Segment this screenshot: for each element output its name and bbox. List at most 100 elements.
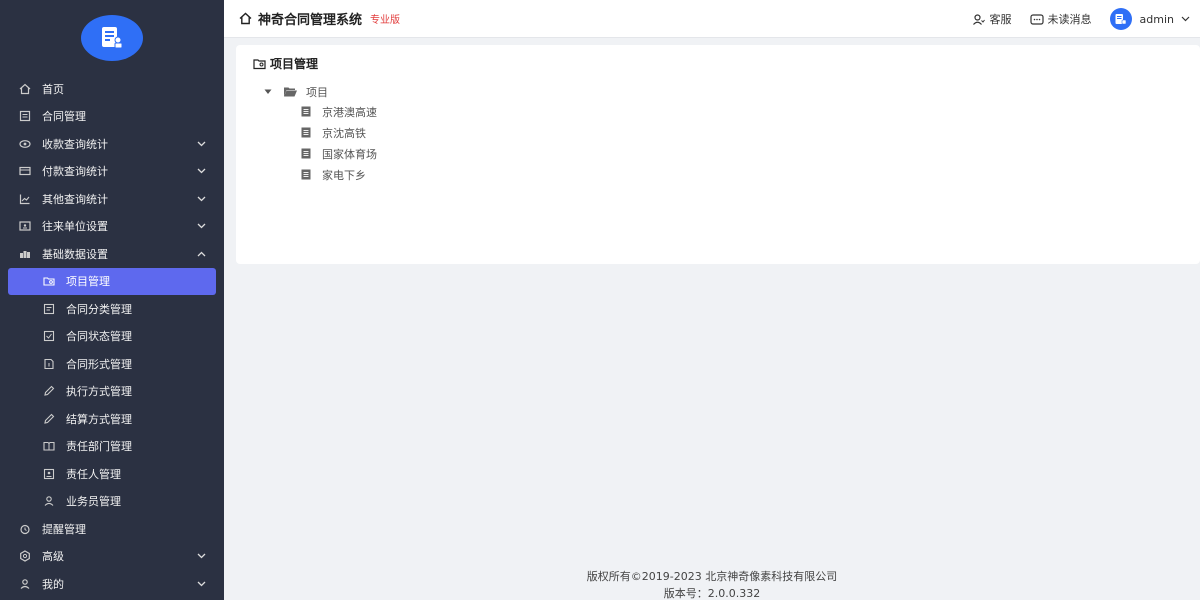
sidebar-item-label: 提醒管理 <box>42 522 86 536</box>
sidebar-item-base-data[interactable]: 基础数据设置 <box>0 240 224 268</box>
logo <box>81 15 143 61</box>
sidebar-item-label: 结算方式管理 <box>66 412 132 426</box>
sidebar-item-label: 付款查询统计 <box>42 165 108 179</box>
logo-area <box>0 0 224 76</box>
chevron-down-icon <box>196 579 206 589</box>
sidebar-item-reminders[interactable]: 提醒管理 <box>0 515 224 543</box>
footer-version: 版本号：2.0.0.332 <box>663 587 761 600</box>
page-title-text: 项目管理 <box>270 57 319 71</box>
contract-logo-icon <box>1115 13 1127 24</box>
customer-service-link[interactable]: 客服 <box>972 11 1012 27</box>
chevron-up-icon <box>196 249 206 259</box>
app-title: 神奇合同管理系统 <box>258 13 363 28</box>
eye-icon <box>18 137 32 151</box>
tree-node[interactable]: 京沈高铁 <box>300 122 377 143</box>
chevron-down-icon <box>196 221 206 231</box>
tree-node-label: 家电下乡 <box>322 168 366 182</box>
chevron-down-icon <box>196 194 206 204</box>
user-menu[interactable]: admin <box>1109 8 1190 30</box>
card-icon <box>18 164 32 178</box>
project-tree: 项目 京港澳高速 京沈高铁 国家体育场 家电下乡 <box>262 83 377 185</box>
user-icon <box>18 577 32 591</box>
book-icon <box>42 439 56 453</box>
project-management-card: 项目管理 项目 京港澳高速 京沈高铁 国家体育场 家电下乡 <box>236 45 1200 264</box>
sidebar-item-label: 收款查询统计 <box>42 137 108 151</box>
sidebar-item-payment-stats[interactable]: 付款查询统计 <box>0 158 224 186</box>
tree-node[interactable]: 国家体育场 <box>300 143 377 164</box>
chevron-down-icon <box>1180 14 1190 24</box>
sidebar-menu: 首页 合同管理 收款查询统计 付款查询统计 其他查询统计 往来单位设置 基础数据… <box>0 75 224 598</box>
sidebar-item-home[interactable]: 首页 <box>0 75 224 103</box>
sidebar-subitem-project[interactable]: 项目管理 <box>8 267 216 295</box>
sidebar-item-label: 业务员管理 <box>66 495 121 509</box>
sidebar-subitem-contract-form[interactable]: 合同形式管理 <box>0 350 224 378</box>
unread-messages-link[interactable]: 未读消息 <box>1029 11 1092 27</box>
folder-icon <box>252 57 266 71</box>
page-title: 项目管理 <box>252 55 318 72</box>
sidebar-item-receipt-stats[interactable]: 收款查询统计 <box>0 130 224 158</box>
tree-node[interactable]: 京港澳高速 <box>300 101 377 122</box>
sidebar-item-label: 合同形式管理 <box>66 357 132 371</box>
tree-node-label: 京沈高铁 <box>322 126 366 140</box>
sidebar-item-other-stats[interactable]: 其他查询统计 <box>0 185 224 213</box>
sidebar-item-label: 首页 <box>42 82 64 96</box>
user-icon <box>42 494 56 508</box>
pencil-icon <box>42 384 56 398</box>
sidebar-item-label: 执行方式管理 <box>66 385 132 399</box>
alarm-icon <box>18 522 32 536</box>
sidebar-item-advanced[interactable]: 高级 <box>0 543 224 571</box>
sidebar-subitem-execution-method[interactable]: 执行方式管理 <box>0 378 224 406</box>
id-card-icon <box>42 467 56 481</box>
customer-service-label: 客服 <box>989 13 1012 26</box>
status-icon <box>42 329 56 343</box>
tree-node-label: 国家体育场 <box>322 147 377 161</box>
sidebar: 首页 合同管理 收款查询统计 付款查询统计 其他查询统计 往来单位设置 基础数据… <box>0 0 224 600</box>
home-icon[interactable] <box>238 12 252 26</box>
unread-messages-label: 未读消息 <box>1047 13 1092 26</box>
sidebar-item-label: 往来单位设置 <box>42 220 108 234</box>
tree-node[interactable]: 家电下乡 <box>300 164 377 185</box>
sidebar-item-label: 高级 <box>42 550 64 564</box>
sidebar-item-label: 我的 <box>42 577 64 591</box>
home-icon <box>18 82 32 96</box>
sidebar-subitem-settlement-method[interactable]: 结算方式管理 <box>0 405 224 433</box>
contract-logo-icon <box>102 27 123 49</box>
file-icon <box>300 106 312 118</box>
edition-badge: 专业版 <box>370 15 401 26</box>
sidebar-item-label: 项目管理 <box>66 275 110 289</box>
header-actions: 客服 未读消息 admin <box>954 0 1190 38</box>
gear-icon <box>18 549 32 563</box>
tree-node-root[interactable]: 项目 <box>262 83 377 101</box>
pencil-icon <box>42 412 56 426</box>
sidebar-item-partners[interactable]: 往来单位设置 <box>0 213 224 241</box>
folder-icon <box>42 274 56 288</box>
sidebar-item-label: 基础数据设置 <box>42 247 108 261</box>
sidebar-subitem-contract-status[interactable]: 合同状态管理 <box>0 323 224 351</box>
sidebar-item-mine[interactable]: 我的 <box>0 570 224 598</box>
contact-card-icon <box>18 219 32 233</box>
sidebar-item-contracts[interactable]: 合同管理 <box>0 103 224 131</box>
chevron-down-icon <box>196 166 206 176</box>
username: admin <box>1139 12 1174 26</box>
sidebar-item-label: 其他查询统计 <box>42 192 108 206</box>
caret-down-icon[interactable] <box>262 86 274 98</box>
sidebar-subitem-responsible-person[interactable]: 责任人管理 <box>0 460 224 488</box>
tree-node-label: 京港澳高速 <box>322 105 377 119</box>
file-icon <box>300 148 312 160</box>
sidebar-item-label: 合同状态管理 <box>66 330 132 344</box>
file-icon <box>300 127 312 139</box>
document-icon <box>18 109 32 123</box>
message-icon <box>1029 12 1044 26</box>
line-chart-icon <box>18 192 32 206</box>
user-service-icon <box>972 12 986 26</box>
file-icon <box>300 169 312 181</box>
sidebar-item-label: 合同管理 <box>42 110 86 124</box>
sidebar-subitem-salesperson[interactable]: 业务员管理 <box>0 488 224 516</box>
form-icon <box>42 357 56 371</box>
sidebar-item-label: 责任人管理 <box>66 467 121 481</box>
database-icon <box>18 247 32 261</box>
top-header: 神奇合同管理系统 专业版 客服 未读消息 admin <box>224 0 1200 38</box>
document-icon <box>42 302 56 316</box>
sidebar-subitem-department[interactable]: 责任部门管理 <box>0 433 224 461</box>
sidebar-subitem-contract-category[interactable]: 合同分类管理 <box>0 295 224 323</box>
